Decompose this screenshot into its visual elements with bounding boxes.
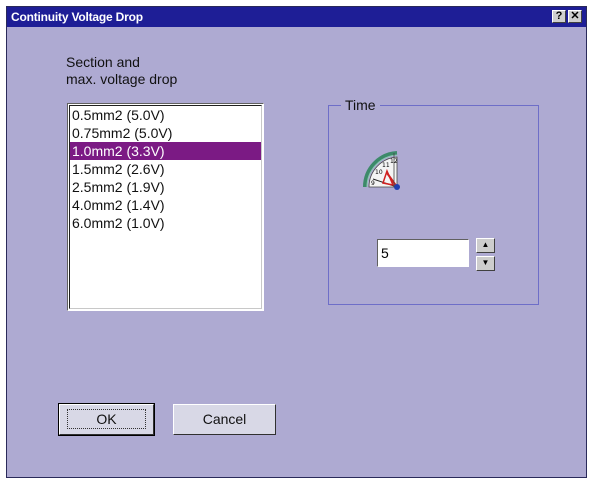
list-item[interactable]: 1.5mm2 (2.6V) bbox=[70, 160, 261, 178]
section-listbox[interactable]: 0.5mm2 (5.0V) 0.75mm2 (5.0V) 1.0mm2 (3.3… bbox=[67, 103, 264, 311]
spin-up-button[interactable]: ▲ bbox=[476, 238, 495, 253]
time-input[interactable]: 5 bbox=[377, 239, 469, 267]
clock-timer-icon: 12 11 10 9 bbox=[363, 151, 400, 190]
list-item[interactable]: 6.0mm2 (1.0V) bbox=[70, 214, 261, 232]
title-bar[interactable]: Continuity Voltage Drop ? ✕ bbox=[7, 7, 586, 27]
window-title: Continuity Voltage Drop bbox=[11, 10, 143, 24]
ok-button[interactable]: OK bbox=[58, 403, 155, 436]
time-group-title: Time bbox=[341, 96, 380, 114]
dialog-window: Continuity Voltage Drop ? ✕ Section and … bbox=[6, 6, 587, 478]
section-list: 0.5mm2 (5.0V) 0.75mm2 (5.0V) 1.0mm2 (3.3… bbox=[69, 105, 262, 309]
help-button[interactable]: ? bbox=[552, 10, 566, 23]
svg-text:9: 9 bbox=[371, 180, 375, 187]
time-groupbox: Time 12 11 10 9 5 ▲ ▼ bbox=[328, 96, 539, 305]
svg-text:11: 11 bbox=[382, 162, 390, 169]
list-item[interactable]: 2.5mm2 (1.9V) bbox=[70, 178, 261, 196]
section-label-line1: Section and bbox=[66, 54, 140, 70]
list-item[interactable]: 0.75mm2 (5.0V) bbox=[70, 124, 261, 142]
list-item[interactable]: 4.0mm2 (1.4V) bbox=[70, 196, 261, 214]
svg-text:10: 10 bbox=[375, 169, 383, 176]
list-item-selected[interactable]: 1.0mm2 (3.3V) bbox=[70, 142, 261, 160]
list-item[interactable]: 0.5mm2 (5.0V) bbox=[70, 106, 261, 124]
ok-button-label: OK bbox=[67, 409, 146, 429]
spin-down-button[interactable]: ▼ bbox=[476, 256, 495, 271]
section-label-line2: max. voltage drop bbox=[66, 71, 178, 87]
close-button[interactable]: ✕ bbox=[568, 10, 582, 23]
cancel-button[interactable]: Cancel bbox=[173, 404, 276, 435]
section-label: Section and max. voltage drop bbox=[66, 54, 177, 88]
